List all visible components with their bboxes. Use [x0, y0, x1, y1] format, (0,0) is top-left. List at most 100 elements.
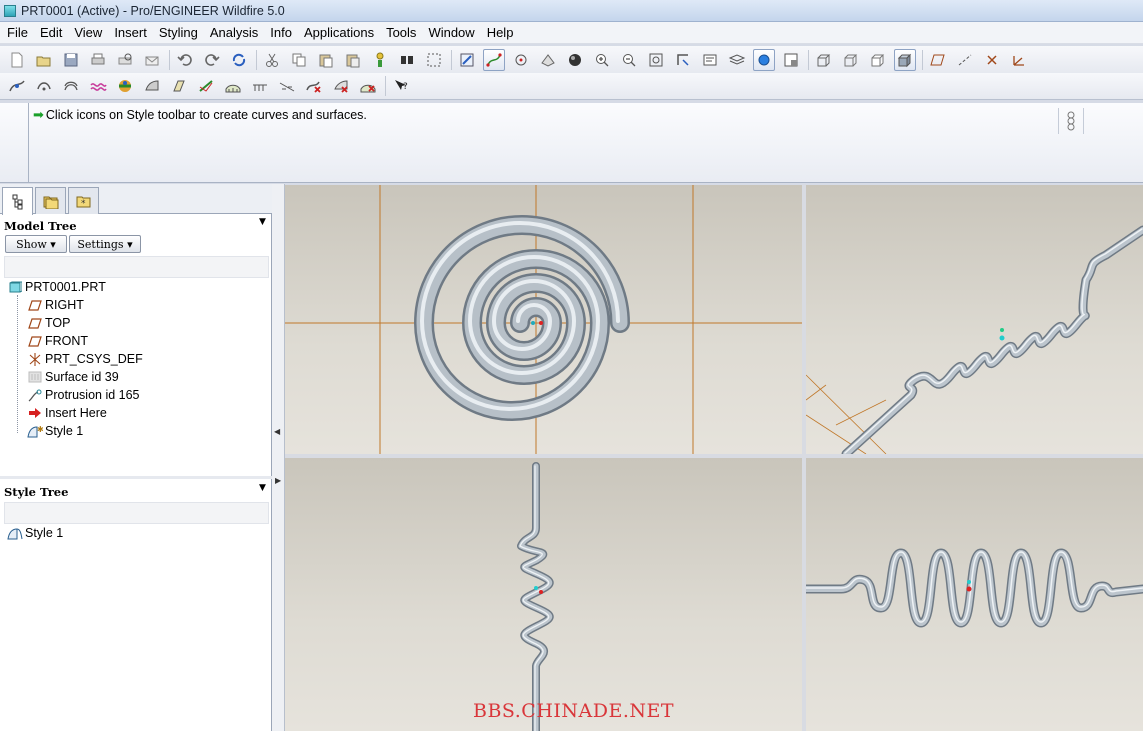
style-offset-curve-icon[interactable] [87, 75, 109, 97]
viewport-top-view[interactable] [285, 185, 802, 454]
layers-icon[interactable] [726, 49, 748, 71]
tree-item-front[interactable]: FRONT [27, 332, 88, 350]
settings-button[interactable]: Settings ▾ [69, 235, 141, 253]
csys-display-icon[interactable] [1008, 49, 1030, 71]
menu-applications[interactable]: Applications [299, 23, 379, 43]
tree-item-surface[interactable]: Surface id 39 [27, 368, 119, 386]
style-curve-project-icon[interactable] [276, 75, 298, 97]
svg-text:?: ? [403, 82, 408, 92]
tree-item-right[interactable]: RIGHT [27, 296, 84, 314]
svg-text:*: * [81, 199, 86, 209]
style-arc-icon[interactable] [60, 75, 82, 97]
menu-window[interactable]: Window [423, 23, 479, 43]
style-surface-icon[interactable] [141, 75, 163, 97]
open-folder-icon[interactable] [33, 49, 55, 71]
new-file-icon[interactable] [6, 49, 28, 71]
shading-icon[interactable] [564, 49, 586, 71]
style-curve-drop-icon[interactable] [249, 75, 271, 97]
tree-item-style-1[interactable]: ✱ Style 1 [27, 422, 83, 440]
message-area: ➡ Click icons on Style toolbar to create… [0, 103, 1143, 183]
title-bar: PRT0001 (Active) - Pro/ENGINEER Wildfire… [0, 0, 1143, 22]
context-help-icon[interactable]: ? [390, 75, 412, 97]
datum-point-display-icon[interactable] [981, 49, 1003, 71]
style-tree-item-style-1[interactable]: Style 1 [7, 524, 63, 542]
navigator-collapse-strip[interactable]: ◀ ▶ [272, 184, 285, 731]
model-tree-tab-icon[interactable] [2, 187, 33, 215]
menu-view[interactable]: View [69, 23, 107, 43]
wireframe-icon[interactable] [813, 49, 835, 71]
save-icon[interactable] [60, 49, 82, 71]
menu-insert[interactable]: Insert [109, 23, 152, 43]
selection-box-icon[interactable] [423, 49, 445, 71]
tree-item-protrusion[interactable]: Protrusion id 165 [27, 386, 140, 404]
style-feature-icon [7, 526, 23, 540]
folder-browser-tab-icon[interactable] [35, 187, 66, 214]
tree-item-insert-here[interactable]: Insert Here [27, 404, 107, 422]
copy-icon[interactable] [288, 49, 310, 71]
status-message-text: Click icons on Style toolbar to create c… [45, 108, 367, 122]
sketch-icon[interactable] [456, 49, 478, 71]
menu-styling[interactable]: Styling [154, 23, 203, 43]
no-hidden-icon[interactable] [867, 49, 889, 71]
print-icon[interactable] [87, 49, 109, 71]
menu-help[interactable]: Help [482, 23, 519, 43]
view-manager-icon[interactable] [699, 49, 721, 71]
style-surface-color-icon[interactable] [114, 75, 136, 97]
orient-icon[interactable] [537, 49, 559, 71]
panel-splitter[interactable] [0, 476, 272, 479]
part-icon [7, 280, 23, 294]
regenerate-icon[interactable] [228, 49, 250, 71]
redo-icon[interactable] [201, 49, 223, 71]
protrusion-icon [27, 388, 43, 402]
spring-model [806, 548, 1143, 628]
navigator-panel: * Model Tree ▼ Show ▾ Settings ▾ PRT0001… [0, 184, 272, 731]
expand-right-icon[interactable]: ▶ [275, 476, 281, 485]
menu-analysis[interactable]: Analysis [205, 23, 263, 43]
style-tree-menu-icon[interactable]: ▼ [259, 483, 266, 493]
spin-center-icon[interactable] [510, 49, 532, 71]
menu-file[interactable]: File [2, 23, 33, 43]
zoom-out-icon[interactable] [618, 49, 640, 71]
paste-icon[interactable] [315, 49, 337, 71]
traffic-light-icon[interactable] [1058, 108, 1084, 134]
model-tree-menu-icon[interactable]: ▼ [259, 217, 266, 227]
style-trim-icon[interactable] [168, 75, 190, 97]
style-delete-trim-icon[interactable] [357, 75, 379, 97]
hidden-line-icon[interactable] [840, 49, 862, 71]
viewport-isometric-view[interactable] [806, 185, 1143, 454]
model-tree-header: Model Tree [4, 219, 77, 233]
model-tree-display-icon[interactable] [780, 49, 802, 71]
style-boundary-surface-icon[interactable] [222, 75, 244, 97]
send-mail-icon[interactable] [141, 49, 163, 71]
favorites-tab-icon[interactable]: * [68, 187, 99, 214]
find-icon[interactable] [396, 49, 418, 71]
style-delete-surface-icon[interactable] [330, 75, 352, 97]
style-connect-icon[interactable] [195, 75, 217, 97]
cut-icon[interactable] [261, 49, 283, 71]
menu-info[interactable]: Info [265, 23, 297, 43]
datum-plane-display-icon[interactable] [927, 49, 949, 71]
curve-tool-icon[interactable] [483, 48, 505, 71]
reorient-icon[interactable] [672, 49, 694, 71]
tree-item-top[interactable]: TOP [27, 314, 70, 332]
refit-icon[interactable] [645, 49, 667, 71]
collapse-left-icon[interactable]: ◀ [274, 427, 280, 436]
menu-tools[interactable]: Tools [381, 23, 421, 43]
datum-axis-display-icon[interactable] [954, 49, 976, 71]
shaded-display-icon[interactable] [894, 48, 916, 71]
style-circle-icon[interactable] [33, 75, 55, 97]
style-curve-icon[interactable] [6, 75, 28, 97]
paste-special-icon[interactable] [342, 49, 364, 71]
viewport-side-view[interactable] [806, 458, 1143, 731]
print-preview-icon[interactable] [114, 49, 136, 71]
tree-item-part[interactable]: PRT0001.PRT [7, 278, 106, 296]
viewport-front-view[interactable] [285, 458, 802, 731]
style-delete-curve-icon[interactable] [303, 75, 325, 97]
tree-item-csys[interactable]: PRT_CSYS_DEF [27, 350, 143, 368]
show-button[interactable]: Show ▾ [5, 235, 67, 253]
undo-icon[interactable] [174, 49, 196, 71]
zoom-in-icon[interactable] [591, 49, 613, 71]
appearance-icon[interactable] [753, 48, 775, 71]
menu-edit[interactable]: Edit [35, 23, 67, 43]
regen-manager-icon[interactable] [369, 49, 391, 71]
